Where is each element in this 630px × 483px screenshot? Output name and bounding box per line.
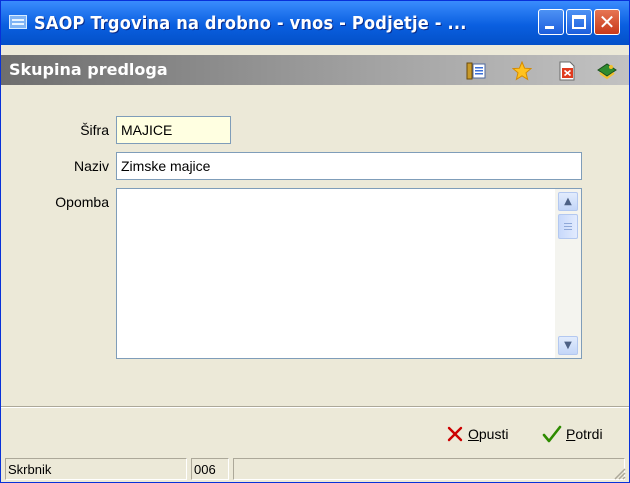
confirm-button[interactable]: Potrdi: [542, 419, 603, 449]
sifra-label: Šifra: [80, 122, 109, 138]
status-bar: Skrbnik 006: [1, 456, 629, 482]
scroll-down-button[interactable]: ▼: [558, 336, 578, 355]
checkmark-icon: [542, 425, 562, 443]
book-icon[interactable]: [597, 61, 617, 81]
minimize-button[interactable]: [538, 9, 564, 35]
maximize-button[interactable]: [566, 9, 592, 35]
close-icon: ✕: [598, 10, 616, 34]
close-button[interactable]: ✕: [594, 9, 620, 35]
naziv-field[interactable]: [116, 152, 582, 180]
status-extra: [233, 458, 625, 480]
naziv-label: Naziv: [73, 158, 109, 174]
opomba-field[interactable]: [117, 189, 555, 358]
divider-highlight: [1, 407, 629, 408]
status-user: Skrbnik: [5, 458, 187, 480]
cancel-x-icon: [447, 426, 463, 442]
resize-grip-icon[interactable]: [612, 466, 626, 480]
scroll-up-button[interactable]: ▲: [558, 192, 578, 211]
confirm-label: Potrdi: [566, 426, 603, 442]
opomba-label: Opomba: [55, 194, 109, 210]
list-icon[interactable]: [466, 61, 486, 81]
panel-header: Skupina predloga: [1, 55, 629, 85]
favorite-star-icon[interactable]: [512, 61, 532, 81]
opomba-field-container: ▲ ▼: [116, 188, 582, 359]
chevron-down-icon: ▼: [564, 340, 572, 351]
maximize-icon: [572, 15, 586, 29]
vertical-scrollbar[interactable]: ▲ ▼: [555, 189, 581, 358]
minimize-icon: [545, 26, 554, 29]
chevron-up-icon: ▲: [564, 196, 572, 207]
title-bar[interactable]: SAOP Trgovina na drobno - vnos - Podjetj…: [1, 1, 629, 45]
app-icon[interactable]: [9, 15, 27, 29]
window-title: SAOP Trgovina na drobno - vnos - Podjetj…: [34, 13, 467, 34]
delete-document-icon[interactable]: [557, 61, 577, 81]
app-window: SAOP Trgovina na drobno - vnos - Podjetj…: [0, 0, 630, 483]
sifra-field[interactable]: [116, 116, 231, 144]
status-code: 006: [191, 458, 229, 480]
cancel-label: Opusti: [468, 426, 509, 442]
panel-title: Skupina predloga: [9, 60, 168, 79]
scroll-thumb[interactable]: [558, 214, 578, 239]
cancel-button[interactable]: Opusti: [446, 419, 508, 449]
